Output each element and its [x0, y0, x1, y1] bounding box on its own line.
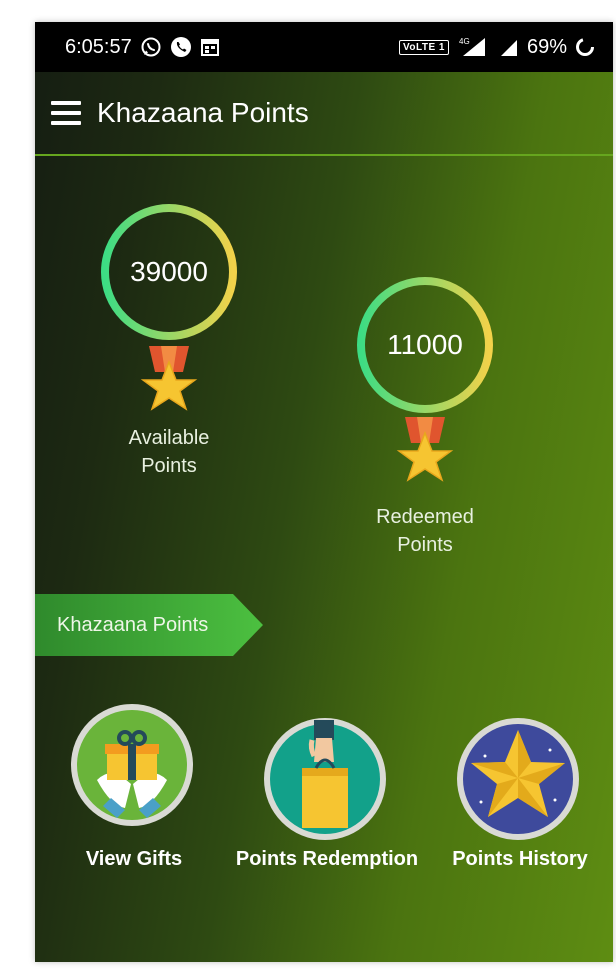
star-icon	[457, 718, 579, 840]
signal-icon	[499, 37, 519, 57]
whatsapp-icon	[140, 36, 162, 58]
medal-ring-graphic	[357, 277, 493, 482]
section-banner-label: Khazaana Points	[57, 614, 209, 636]
redeemed-points-medal: 11000 Redeemed Points	[353, 265, 497, 565]
network-type: 4G	[459, 37, 470, 46]
app-screen: 6:05:57 VoLTE 1 4G 69% Khazaana Points 3…	[35, 22, 613, 962]
phone-icon	[170, 36, 192, 58]
status-time: 6:05:57	[65, 35, 132, 58]
star-medal-icon	[140, 359, 198, 411]
section-banner: Khazaana Points	[35, 594, 263, 656]
shopping-bag-icon	[264, 718, 386, 840]
redeemed-points-value: 11000	[387, 329, 463, 360]
redeemed-label-line2: Points	[397, 534, 453, 556]
star-medal-icon	[396, 430, 454, 482]
hamburger-menu-icon[interactable]	[51, 101, 81, 125]
battery-icon	[575, 37, 595, 57]
points-history-label: Points History	[452, 848, 588, 870]
calendar-icon	[200, 37, 220, 57]
volte-badge: VoLTE 1	[398, 39, 449, 55]
status-bar: 6:05:57 VoLTE 1 4G 69%	[35, 22, 613, 72]
available-points-medal: 39000 Available Points	[97, 194, 241, 484]
available-label-line1: Available	[128, 427, 210, 449]
redeemed-points-label: Redeemed Points	[355, 503, 495, 559]
battery-percent: 69%	[526, 35, 567, 58]
page-title: Khazaana Points	[97, 97, 309, 128]
available-points-value: 39000	[130, 256, 208, 287]
available-points-label: Available Points	[99, 424, 239, 480]
signal-4g-icon: 4G	[457, 36, 491, 58]
gift-icon	[71, 704, 193, 826]
view-gifts-button[interactable]: View Gifts	[69, 702, 195, 882]
app-bar: Khazaana Points	[35, 72, 613, 156]
points-redemption-button[interactable]: Points Redemption	[236, 716, 418, 886]
points-history-button[interactable]: Points History	[452, 716, 588, 886]
available-label-line2: Points	[141, 455, 197, 477]
redeemed-label-line1: Redeemed	[376, 506, 474, 528]
medal-ring-graphic	[101, 204, 237, 411]
